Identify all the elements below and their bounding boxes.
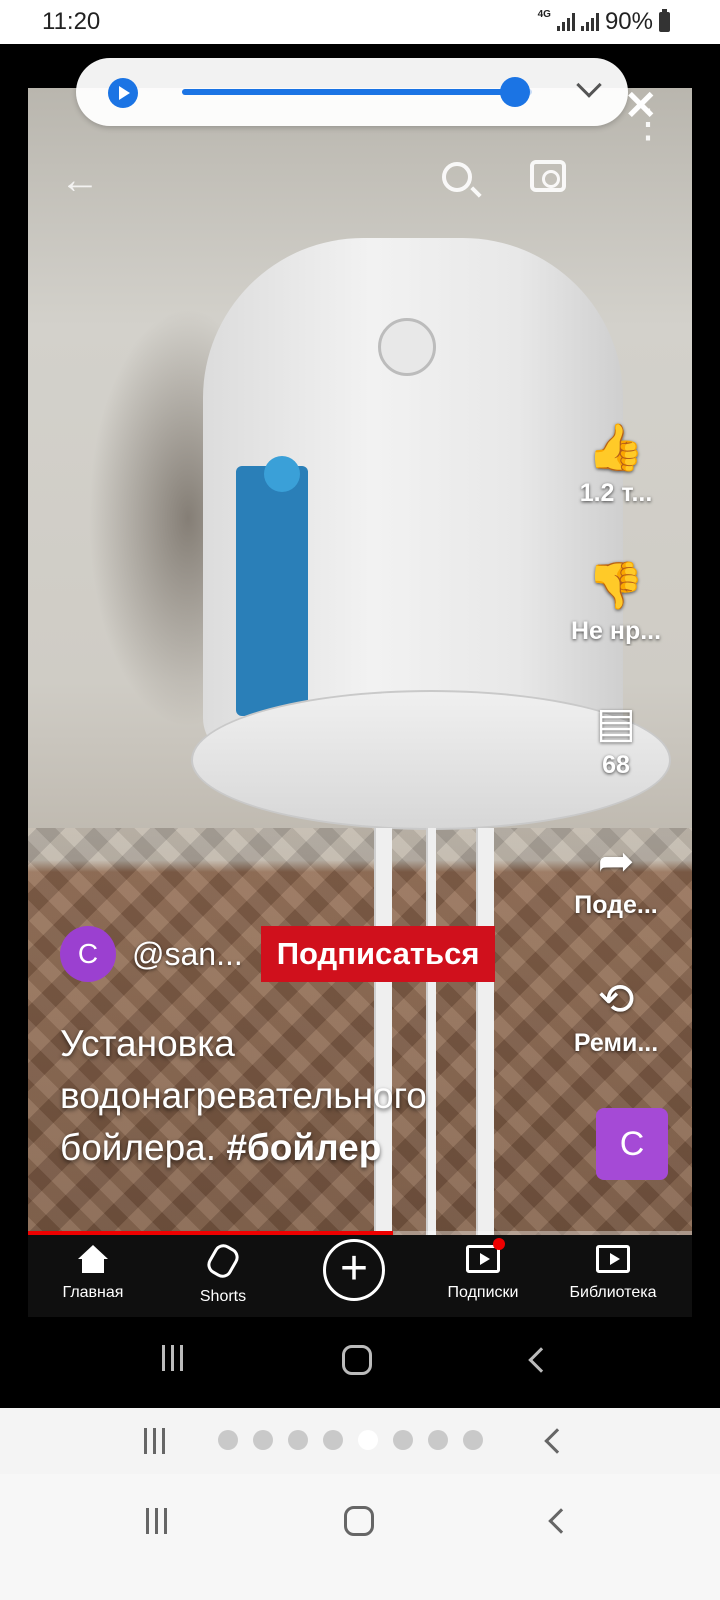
inner-back-icon <box>528 1347 554 1373</box>
page-dot[interactable] <box>288 1430 308 1450</box>
recents-button[interactable] <box>146 1508 167 1534</box>
inner-home-icon <box>342 1345 372 1375</box>
home-button[interactable] <box>344 1506 374 1536</box>
inner-recents-icon <box>162 1345 183 1371</box>
media-seek-fill <box>182 89 515 95</box>
device-navigation-bar <box>0 1474 720 1600</box>
media-seek-thumb[interactable] <box>499 77 530 107</box>
page-dot[interactable] <box>428 1430 448 1450</box>
page-dot[interactable] <box>463 1430 483 1450</box>
screen-recording-frame: ← 👍 1.2 т... 👎 Не нр... ▤ 68 ➦ Поде... ⟲… <box>0 44 720 1408</box>
like-button[interactable]: 👍 1.2 т... <box>560 420 672 508</box>
channel-handle[interactable]: @san... <box>132 936 243 973</box>
like-count: 1.2 т... <box>579 479 653 507</box>
inner-system-nav <box>28 1317 692 1408</box>
video-title[interactable]: Установка водонагревательного бойлера. #… <box>60 1018 540 1174</box>
nav-library[interactable]: Библиотека <box>548 1245 678 1302</box>
library-icon <box>596 1245 630 1273</box>
thumbs-down-icon: 👎 <box>587 559 645 611</box>
share-label: Поде... <box>574 891 658 919</box>
page-dot[interactable] <box>253 1430 273 1450</box>
viewer-recents-icon <box>144 1428 165 1454</box>
notification-dot <box>493 1238 505 1250</box>
shorts-icon <box>203 1240 243 1282</box>
nav-subscriptions-label: Подписки <box>447 1284 519 1301</box>
remix-icon: ⟲ <box>597 975 635 1024</box>
sound-avatar[interactable]: C <box>596 1108 668 1180</box>
nav-home-label: Главная <box>62 1284 124 1301</box>
nav-shorts-label: Shorts <box>199 1288 247 1305</box>
page-dot[interactable] <box>218 1430 238 1450</box>
chevron-down-icon[interactable] <box>576 72 602 98</box>
subscriptions-icon <box>466 1238 505 1273</box>
media-seek-slider[interactable] <box>182 77 532 107</box>
viewer-back-icon <box>544 1428 570 1454</box>
thumbs-up-icon: 👍 <box>587 421 645 473</box>
battery-icon <box>659 9 670 32</box>
signal-icon-2 <box>580 13 599 31</box>
viewer-page-strip <box>0 1408 720 1474</box>
comment-icon: ▤ <box>596 699 636 746</box>
back-button[interactable] <box>548 1508 574 1534</box>
thermometer-gauge <box>378 318 436 376</box>
status-indicators: 4G 90% <box>538 8 670 36</box>
play-button-icon[interactable] <box>108 78 138 108</box>
channel-avatar[interactable]: C <box>60 926 116 982</box>
nav-library-label: Библиотека <box>569 1284 657 1301</box>
comments-button[interactable]: ▤ 68 <box>560 698 672 780</box>
signal-icon <box>556 13 575 31</box>
camera-icon[interactable] <box>530 160 566 192</box>
share-icon: ➦ <box>597 837 635 886</box>
video-hashtag[interactable]: #бойлер <box>226 1127 381 1168</box>
page-dot[interactable] <box>323 1430 343 1450</box>
share-button[interactable]: ➦ Поде... <box>560 836 672 920</box>
product-sticker <box>236 456 308 716</box>
dislike-label: Не нр... <box>570 617 662 645</box>
status-time: 11:20 <box>42 8 101 35</box>
nav-subscriptions[interactable]: Подписки <box>418 1238 548 1302</box>
channel-row: C @san... Подписаться <box>60 924 496 984</box>
nav-home[interactable]: Главная <box>28 1245 158 1302</box>
page-dot[interactable] <box>358 1430 378 1450</box>
media-control-pill <box>76 58 628 126</box>
search-icon[interactable] <box>442 162 472 192</box>
comment-count: 68 <box>602 751 630 779</box>
more-options-icon[interactable]: ⋮ <box>628 104 668 144</box>
subscribe-button[interactable]: Подписаться <box>260 926 496 982</box>
remix-label: Реми... <box>573 1029 659 1057</box>
page-dot[interactable] <box>393 1430 413 1450</box>
nav-shorts[interactable]: Shorts <box>158 1240 288 1306</box>
remix-button[interactable]: ⟲ Реми... <box>560 974 672 1058</box>
back-arrow-icon[interactable]: ← <box>60 158 100 203</box>
create-icon[interactable]: + <box>323 1239 385 1301</box>
status-bar: 11:20 4G 90% <box>0 0 720 44</box>
battery-level: 90% <box>604 8 653 35</box>
home-icon <box>78 1245 108 1273</box>
dislike-button[interactable]: 👎 Не нр... <box>560 558 672 646</box>
network-type: 4G <box>537 8 551 20</box>
bottom-navigation: Главная Shorts + Подписки Библиотека <box>28 1235 692 1317</box>
